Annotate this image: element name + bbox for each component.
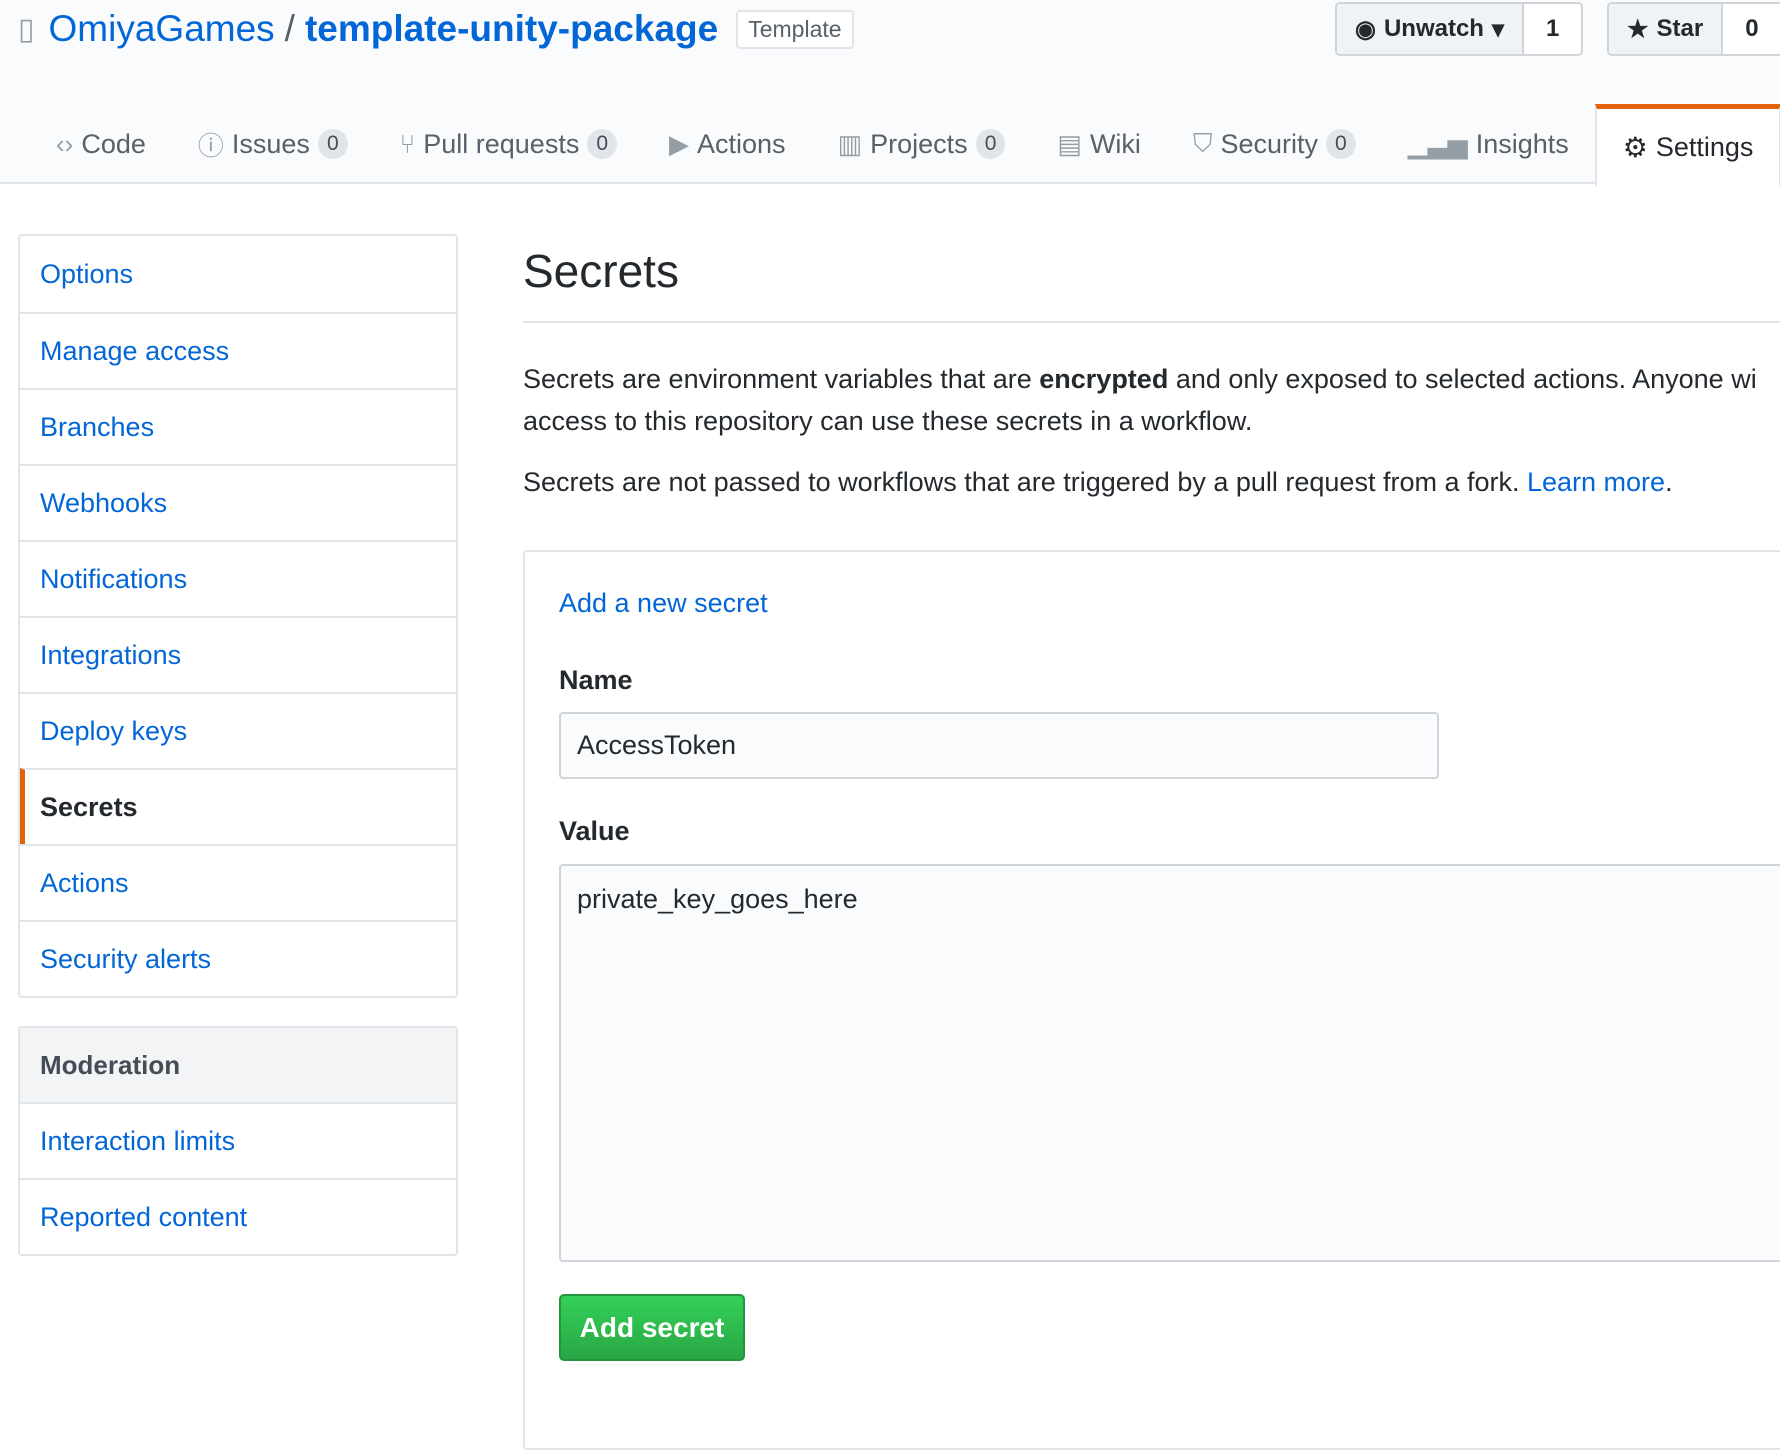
tab-pull-requests[interactable]: ⑂ Pull requests 0: [374, 104, 643, 184]
star-button[interactable]: ★ Star: [1609, 4, 1722, 54]
tab-insights[interactable]: ▁▃▅ Insights: [1382, 104, 1595, 184]
settings-sidebar: Options Manage access Branches Webhooks …: [18, 234, 458, 998]
value-textarea[interactable]: private_key_goes_here: [559, 864, 1780, 1262]
add-secret-button[interactable]: Add secret: [559, 1294, 745, 1361]
tab-label: Security: [1220, 128, 1318, 159]
moderation-heading: Moderation: [20, 1028, 456, 1102]
tab-code[interactable]: ‹› Code: [30, 104, 172, 184]
tab-settings[interactable]: ⚙ Settings: [1594, 104, 1780, 186]
sidebar-item-security-alerts[interactable]: Security alerts: [20, 920, 456, 996]
note-text: Secrets are not passed to workflows that…: [523, 467, 1527, 497]
sidebar-item-deploy-keys[interactable]: Deploy keys: [20, 692, 456, 768]
new-secret-form: Add a new secret Name Value private_key_…: [523, 550, 1780, 1450]
tab-issues[interactable]: ⓘ Issues 0: [172, 104, 374, 184]
caret-down-icon: ▾: [1491, 15, 1505, 43]
watch-group: ◉ Unwatch ▾ 1: [1335, 2, 1584, 56]
tab-label: Settings: [1655, 132, 1754, 162]
template-badge: Template: [736, 9, 854, 49]
code-icon: ‹›: [56, 128, 74, 159]
tab-label: Insights: [1475, 128, 1569, 159]
tab-label: Projects: [870, 128, 968, 159]
issue-icon: ⓘ: [197, 130, 224, 161]
page-title: Secrets: [523, 245, 679, 297]
fork-note: Secrets are not passed to workflows that…: [523, 461, 1780, 503]
tab-label: Issues: [231, 128, 310, 159]
gear-icon: ⚙: [1622, 132, 1648, 163]
tab-actions[interactable]: ▶ Actions: [643, 104, 812, 184]
pull-request-icon: ⑂: [399, 128, 416, 159]
moderation-menu: Moderation Interaction limits Reported c…: [18, 1026, 458, 1256]
stars-count[interactable]: 0: [1721, 4, 1780, 54]
form-heading: Add a new secret: [559, 588, 768, 618]
star-group: ★ Star 0: [1607, 2, 1780, 56]
sidebar-item-notifications[interactable]: Notifications: [20, 540, 456, 616]
shield-icon: ⛉: [1192, 128, 1213, 158]
sidebar-item-options[interactable]: Options: [20, 236, 456, 312]
description: Secrets are environment variables that a…: [523, 358, 1780, 442]
desc-text: and only exposed to selected actions. An…: [1168, 364, 1757, 394]
tab-label: Code: [81, 128, 146, 159]
project-icon: ▥: [837, 128, 863, 159]
sidebar-item-manage-access[interactable]: Manage access: [20, 312, 456, 388]
sidebar-item-secrets[interactable]: Secrets: [20, 768, 456, 844]
tab-count: 0: [587, 129, 618, 159]
graph-icon: ▁▃▅: [1407, 128, 1468, 159]
tab-count: 0: [1326, 129, 1356, 159]
template-repo-icon: ▯: [18, 12, 35, 46]
sidebar-item-interaction-limits[interactable]: Interaction limits: [20, 1102, 456, 1178]
tab-count: 0: [317, 129, 348, 159]
star-label: Star: [1656, 15, 1704, 42]
tab-count: 0: [975, 129, 1006, 159]
repo-link[interactable]: template-unity-package: [305, 8, 718, 50]
name-input[interactable]: [559, 712, 1439, 779]
tab-label: Wiki: [1089, 128, 1141, 159]
repo-title: ▯ OmiyaGames / template-unity-package Te…: [18, 8, 854, 50]
tab-label: Actions: [697, 128, 786, 159]
eye-icon: ◉: [1355, 15, 1376, 43]
value-label: Value: [559, 816, 630, 846]
sidebar-item-actions[interactable]: Actions: [20, 844, 456, 920]
book-icon: ▤: [1057, 128, 1082, 159]
note-end: .: [1665, 467, 1673, 497]
tab-label: Pull requests: [423, 128, 580, 159]
desc-text: access to this repository can use these …: [523, 406, 1253, 436]
tab-wiki[interactable]: ▤ Wiki: [1031, 104, 1167, 184]
unwatch-label: Unwatch: [1383, 15, 1484, 42]
owner-link[interactable]: OmiyaGames: [49, 8, 275, 50]
sidebar-item-webhooks[interactable]: Webhooks: [20, 464, 456, 540]
play-icon: ▶: [669, 128, 690, 159]
tab-security[interactable]: ⛉ Security 0: [1167, 104, 1382, 184]
learn-more-link[interactable]: Learn more: [1527, 467, 1665, 497]
desc-bold: encrypted: [1039, 364, 1169, 394]
sidebar-item-reported-content[interactable]: Reported content: [20, 1178, 456, 1254]
divider: [523, 321, 1780, 323]
sidebar-item-integrations[interactable]: Integrations: [20, 616, 456, 692]
repo-header: ▯ OmiyaGames / template-unity-package Te…: [0, 0, 1780, 186]
desc-text: Secrets are environment variables that a…: [523, 364, 1040, 394]
separator: /: [284, 8, 295, 49]
sidebar-item-branches[interactable]: Branches: [20, 388, 456, 464]
unwatch-button[interactable]: ◉ Unwatch ▾: [1337, 4, 1523, 54]
tab-projects[interactable]: ▥ Projects 0: [812, 104, 1032, 184]
name-label: Name: [559, 665, 633, 695]
watchers-count[interactable]: 1: [1522, 4, 1582, 54]
repo-tabs: ‹› Code ⓘ Issues 0 ⑂ Pull requests 0 ▶ Actions…: [30, 104, 1780, 186]
star-icon: ★: [1627, 15, 1649, 43]
